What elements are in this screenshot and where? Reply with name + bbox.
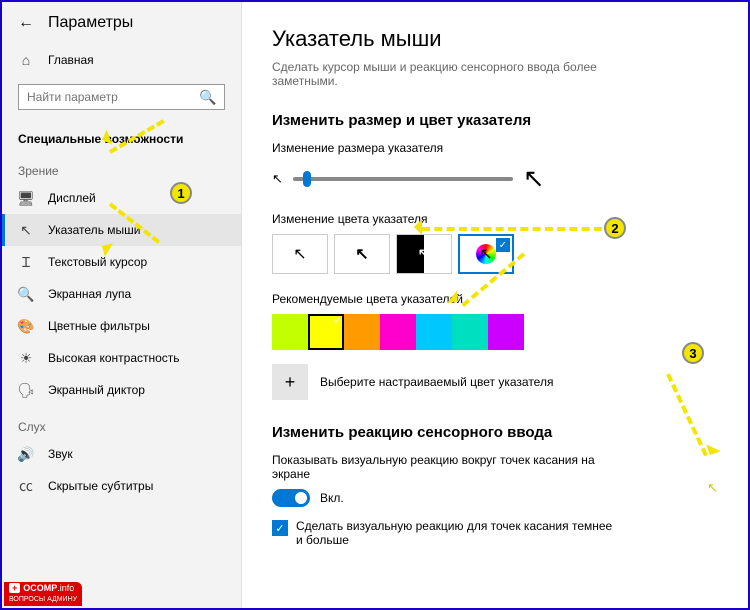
slider-thumb[interactable]: [303, 171, 311, 187]
pointer-color-inverted[interactable]: ↖: [396, 234, 452, 274]
color-swatch[interactable]: [308, 314, 344, 350]
cc-icon: ㏄: [18, 478, 34, 494]
back-icon[interactable]: ←: [18, 14, 34, 32]
category-label: Специальные возможности: [2, 118, 241, 150]
sidebar-group-label: Слух: [2, 406, 241, 438]
check-icon: ✓: [496, 238, 510, 252]
narrator-icon: 🗣: [18, 382, 34, 398]
touch-feedback-toggle[interactable]: [272, 489, 310, 507]
darker-feedback-checkbox[interactable]: ✓: [272, 520, 288, 536]
sidebar-group-label: Зрение: [2, 150, 241, 182]
search-input[interactable]: 🔍: [18, 84, 225, 110]
text-cursor-icon: Ɪ: [18, 254, 34, 270]
page-title: Указатель мыши: [272, 26, 718, 52]
search-icon: 🔍: [200, 89, 216, 105]
darker-label: Сделать визуальную реакцию для точек кас…: [296, 519, 616, 547]
color-swatch[interactable]: [488, 314, 524, 350]
color-label: Изменение цвета указателя: [272, 212, 718, 226]
sidebar-item[interactable]: 🔍Экранная лупа: [2, 278, 241, 310]
sidebar: ← Параметры ⌂ Главная 🔍 Специальные возм…: [2, 2, 242, 608]
magnifier-icon: 🔍: [18, 286, 34, 302]
sidebar-item[interactable]: 🖥Дисплей: [2, 182, 241, 214]
sound-icon: 🔊: [18, 446, 34, 462]
sidebar-item[interactable]: ㏄Скрытые субтитры: [2, 470, 241, 502]
cursor-large-icon: ↖: [523, 163, 545, 194]
color-swatch[interactable]: [344, 314, 380, 350]
sidebar-item[interactable]: 🔊Звук: [2, 438, 241, 470]
pointer-size-slider[interactable]: [293, 177, 513, 181]
touch-desc: Показывать визуальную реакцию вокруг точ…: [272, 453, 612, 481]
custom-color-label: Выберите настраиваемый цвет указателя: [320, 375, 553, 389]
home-icon: ⌂: [18, 52, 34, 68]
section-touch: Изменить реакцию сенсорного ввода: [272, 424, 718, 441]
sidebar-item[interactable]: 🗣Экранный диктор: [2, 374, 241, 406]
sidebar-item[interactable]: ☀Высокая контрастность: [2, 342, 241, 374]
section-size-color: Изменить размер и цвет указателя: [272, 112, 718, 129]
pointer-icon: ↖: [18, 222, 34, 238]
size-label: Изменение размера указателя: [272, 141, 718, 155]
pointer-color-black[interactable]: ↖: [334, 234, 390, 274]
sidebar-item[interactable]: 🎨Цветные фильтры: [2, 310, 241, 342]
main-content: Указатель мыши Сделать курсор мыши и реа…: [242, 2, 748, 608]
window-title: Параметры: [48, 14, 133, 32]
recommended-colors: [272, 314, 718, 350]
color-swatch[interactable]: [452, 314, 488, 350]
add-custom-color-button[interactable]: +: [272, 364, 308, 400]
sidebar-item[interactable]: ↖Указатель мыши: [2, 214, 241, 246]
rec-colors-label: Рекомендуемые цвета указателей: [272, 292, 718, 306]
contrast-icon: ☀: [18, 350, 34, 366]
color-swatch[interactable]: [416, 314, 452, 350]
page-description: Сделать курсор мыши и реакцию сенсорного…: [272, 60, 632, 88]
sidebar-home[interactable]: ⌂ Главная: [2, 44, 241, 76]
pointer-color-options: ↖ ↖ ↖ ↖ ✓: [272, 234, 718, 274]
toggle-state: Вкл.: [320, 491, 344, 505]
sidebar-item[interactable]: ꞮТекстовый курсор: [2, 246, 241, 278]
pointer-color-custom[interactable]: ↖ ✓: [458, 234, 514, 274]
watermark: +OCOMP.info ВОПРОСЫ АДМИНУ: [4, 582, 82, 606]
color-swatch[interactable]: [272, 314, 308, 350]
filters-icon: 🎨: [18, 318, 34, 334]
cursor-small-icon: ↖: [272, 171, 283, 187]
color-swatch[interactable]: [380, 314, 416, 350]
pointer-color-white[interactable]: ↖: [272, 234, 328, 274]
display-icon: 🖥: [18, 190, 34, 206]
